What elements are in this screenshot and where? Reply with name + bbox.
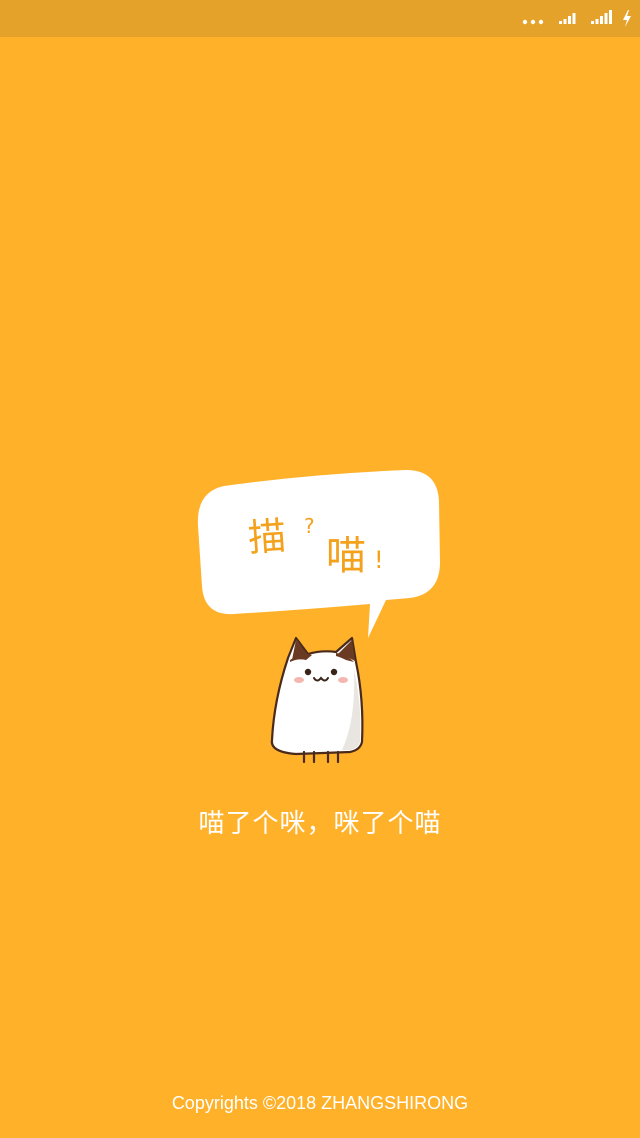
bubble-mark-2: ! [374, 546, 384, 574]
splash-screen: 描 ? 喵 ! 喵了个咪，咪了个喵 Copyrights ©2018 ZHANG… [0, 0, 640, 1138]
signal-icon [559, 13, 576, 24]
status-bar [0, 0, 640, 37]
bubble-mark-1: ? [304, 514, 315, 538]
more-dots-icon [522, 19, 544, 25]
bubble-word-1: 描 [246, 513, 288, 561]
signal-icon [591, 10, 612, 24]
charging-bolt-icon [623, 10, 631, 27]
cat-icon [270, 636, 364, 764]
bubble-word-2: 喵 [326, 533, 366, 579]
slogan-text: 喵了个咪，咪了个喵 [198, 809, 442, 839]
cat-illustration: 描 ? 喵 ! [190, 462, 450, 772]
copyright-text: Copyrights ©2018 ZHANGSHIRONG [171, 1093, 469, 1113]
